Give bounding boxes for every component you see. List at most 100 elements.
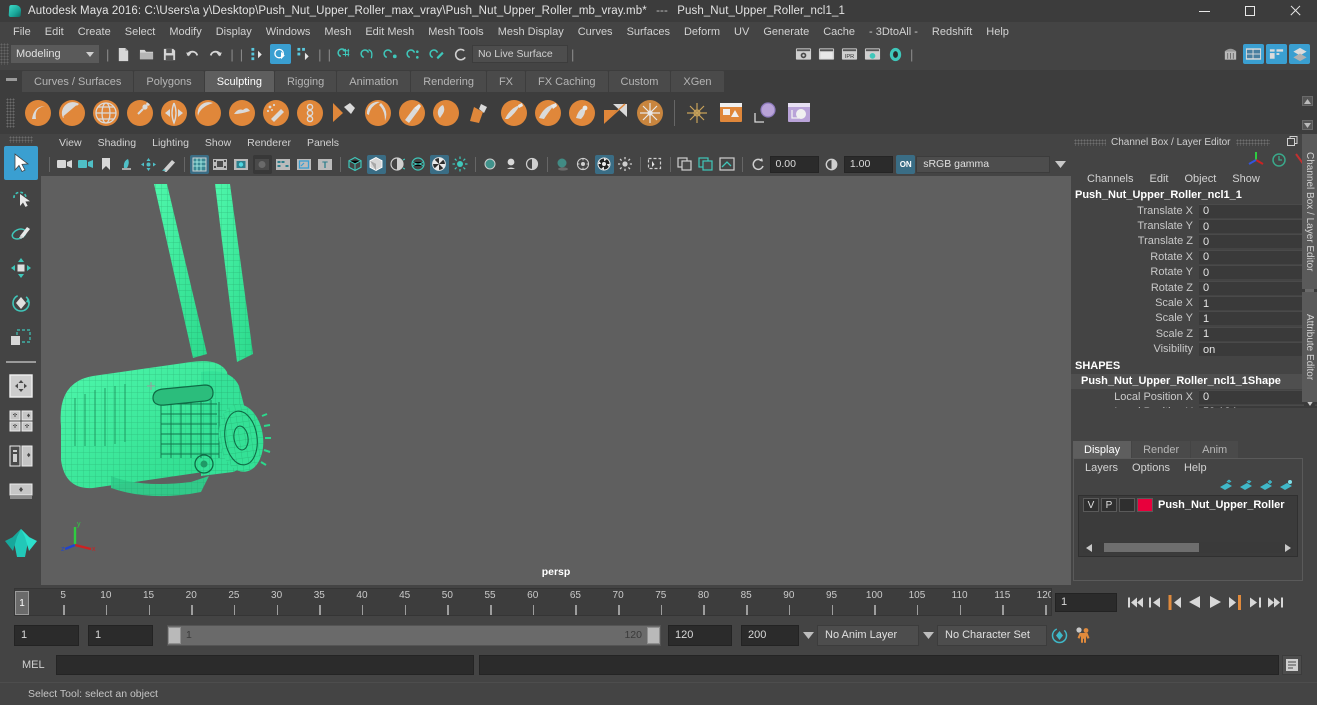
minimize-button[interactable] bbox=[1182, 0, 1227, 22]
depth-of-field-icon[interactable] bbox=[451, 155, 470, 174]
attr-value[interactable]: 0 bbox=[1199, 234, 1317, 249]
attr-value[interactable]: 59.124 bbox=[1199, 404, 1317, 408]
shelf-tab-curves-surfaces[interactable]: Curves / Surfaces bbox=[22, 71, 134, 92]
time-slider-cursor[interactable]: 1 bbox=[15, 591, 29, 615]
hscroll-left-icon[interactable] bbox=[1083, 542, 1094, 553]
layer-list[interactable]: V P Push_Nut_Upper_Roller bbox=[1078, 495, 1298, 557]
channel-box-attribute-list[interactable]: Push_Nut_Upper_Roller_ncl1_1 Translate X… bbox=[1071, 188, 1317, 408]
menu-windows[interactable]: Windows bbox=[259, 24, 318, 40]
cb-menu-edit[interactable]: Edit bbox=[1141, 172, 1176, 186]
layer-row[interactable]: V P Push_Nut_Upper_Roller bbox=[1079, 496, 1297, 512]
sidetab-attribute-editor[interactable]: Attribute Editor bbox=[1302, 292, 1317, 402]
grab-tool-icon[interactable] bbox=[124, 97, 155, 129]
shape-node-name[interactable]: Push_Nut_Upper_Roller_ncl1_1Shape bbox=[1071, 373, 1317, 389]
make-live-icon[interactable] bbox=[450, 44, 471, 64]
range-slider-left-handle[interactable] bbox=[168, 626, 181, 644]
new-scene-icon[interactable] bbox=[113, 44, 134, 64]
menu-mesh-display[interactable]: Mesh Display bbox=[491, 24, 571, 40]
attribute-row[interactable]: Translate Y 0 bbox=[1071, 218, 1317, 234]
current-frame-field[interactable]: 1 bbox=[1055, 592, 1117, 612]
viewport-menu-renderer[interactable]: Renderer bbox=[239, 136, 299, 150]
character-set-chevron-icon[interactable] bbox=[919, 625, 937, 646]
bookmark-icon[interactable] bbox=[97, 155, 116, 174]
menu-file[interactable]: File bbox=[6, 24, 38, 40]
mask-tool-icon[interactable] bbox=[681, 97, 712, 129]
panel-snapshot-icon[interactable] bbox=[697, 155, 716, 174]
close-button[interactable] bbox=[1272, 0, 1317, 22]
attribute-row[interactable]: Scale Z 1 bbox=[1071, 326, 1317, 341]
menu-create[interactable]: Create bbox=[71, 24, 118, 40]
attr-value[interactable]: 0 bbox=[1199, 389, 1317, 404]
shelf-tab-animation[interactable]: Animation bbox=[337, 71, 411, 92]
render-current-frame-icon[interactable] bbox=[816, 44, 837, 64]
auto-keyframe-icon[interactable] bbox=[1047, 624, 1071, 646]
flatten-tool-icon[interactable] bbox=[192, 97, 223, 129]
toolbox-grip[interactable] bbox=[8, 136, 33, 143]
mirror-tool-icon[interactable] bbox=[749, 97, 780, 129]
le-menu-options[interactable]: Options bbox=[1125, 461, 1177, 475]
move-layer-up-icon[interactable] bbox=[1216, 477, 1236, 494]
sidetab-channel-box[interactable]: Channel Box / Layer Editor bbox=[1302, 134, 1317, 289]
grid-icon[interactable] bbox=[189, 154, 209, 174]
statusbar-grip[interactable] bbox=[0, 43, 9, 65]
layer-tab-display[interactable]: Display bbox=[1073, 441, 1132, 458]
shape-attribute-row[interactable]: Local Position X 0 bbox=[1071, 389, 1317, 404]
attribute-row[interactable]: Visibility on bbox=[1071, 342, 1317, 357]
gamma-value-field[interactable]: 1.00 bbox=[843, 155, 894, 173]
attr-value[interactable]: 0 bbox=[1199, 280, 1317, 295]
layer-tab-anim[interactable]: Anim bbox=[1191, 441, 1239, 458]
attr-value[interactable]: 1 bbox=[1199, 326, 1317, 341]
le-menu-layers[interactable]: Layers bbox=[1078, 461, 1125, 475]
menu-help[interactable]: Help bbox=[979, 24, 1016, 40]
menu-deform[interactable]: Deform bbox=[677, 24, 727, 40]
select-camera-icon[interactable] bbox=[55, 155, 74, 174]
menu-curves[interactable]: Curves bbox=[571, 24, 620, 40]
viewport-canvas[interactable]: y x z persp bbox=[41, 176, 1071, 585]
film-origin-icon[interactable] bbox=[274, 155, 293, 174]
gate-mask-icon[interactable] bbox=[252, 154, 272, 174]
smooth-tool-icon[interactable] bbox=[56, 97, 87, 129]
snap-to-projected-center-icon[interactable] bbox=[404, 44, 425, 64]
layer-visibility-toggle[interactable]: V bbox=[1083, 498, 1099, 512]
anim-layer-field[interactable]: No Anim Layer bbox=[817, 624, 919, 646]
amplify-tool-icon[interactable] bbox=[566, 97, 597, 129]
layer-color-swatch[interactable] bbox=[1137, 498, 1153, 512]
texture-icon[interactable] bbox=[409, 155, 428, 174]
multisample-icon[interactable] bbox=[616, 155, 635, 174]
motion-blur-icon[interactable] bbox=[594, 154, 614, 174]
exposure-reset-icon[interactable] bbox=[748, 155, 767, 174]
attribute-editor-icon[interactable] bbox=[1220, 44, 1241, 64]
snap-to-grid-icon[interactable] bbox=[335, 44, 356, 64]
scale-tool-button[interactable] bbox=[4, 321, 38, 355]
symmetry-tool-icon[interactable] bbox=[783, 97, 814, 129]
safe-action-icon[interactable] bbox=[295, 155, 314, 174]
shelf-grip[interactable] bbox=[6, 98, 15, 128]
repeat-tool-icon[interactable] bbox=[294, 97, 325, 129]
menu-display[interactable]: Display bbox=[209, 24, 259, 40]
attribute-row[interactable]: Scale X 1 bbox=[1071, 295, 1317, 311]
xray-active-components-icon[interactable] bbox=[523, 155, 542, 174]
menu-redshift[interactable]: Redshift bbox=[925, 24, 979, 40]
select-by-component-icon[interactable] bbox=[293, 44, 314, 64]
timer-icon[interactable] bbox=[1271, 152, 1287, 170]
render-settings-icon[interactable] bbox=[862, 44, 883, 64]
maximize-button[interactable] bbox=[1227, 0, 1272, 22]
attr-value[interactable]: 0 bbox=[1199, 249, 1317, 264]
range-end-time-field[interactable]: 120 bbox=[668, 624, 732, 646]
view-transform-icon[interactable] bbox=[718, 155, 737, 174]
chevron-down-icon[interactable] bbox=[1050, 156, 1071, 173]
menu-uv[interactable]: UV bbox=[727, 24, 756, 40]
viewport-menu-lighting[interactable]: Lighting bbox=[144, 136, 197, 150]
shelf-scroll-down-icon[interactable] bbox=[1302, 120, 1313, 130]
move-tool-button[interactable] bbox=[4, 251, 38, 285]
pinch-tool-icon[interactable] bbox=[158, 97, 189, 129]
time-slider[interactable]: 5 10 15 20 25 30 35 40 45 50 55 60 65 70 75 80 85 90 95 100… bbox=[14, 588, 1052, 616]
move-layer-down-icon[interactable] bbox=[1236, 477, 1256, 494]
go-to-start-button[interactable] bbox=[1125, 591, 1145, 613]
range-slider-track[interactable]: 1 120 bbox=[167, 624, 661, 646]
menu-mesh[interactable]: Mesh bbox=[317, 24, 358, 40]
range-start-time-field[interactable]: 1 bbox=[88, 624, 153, 646]
smear-tool-icon[interactable] bbox=[498, 97, 529, 129]
gamma-reset-icon[interactable] bbox=[822, 155, 841, 174]
menu-select[interactable]: Select bbox=[118, 24, 163, 40]
